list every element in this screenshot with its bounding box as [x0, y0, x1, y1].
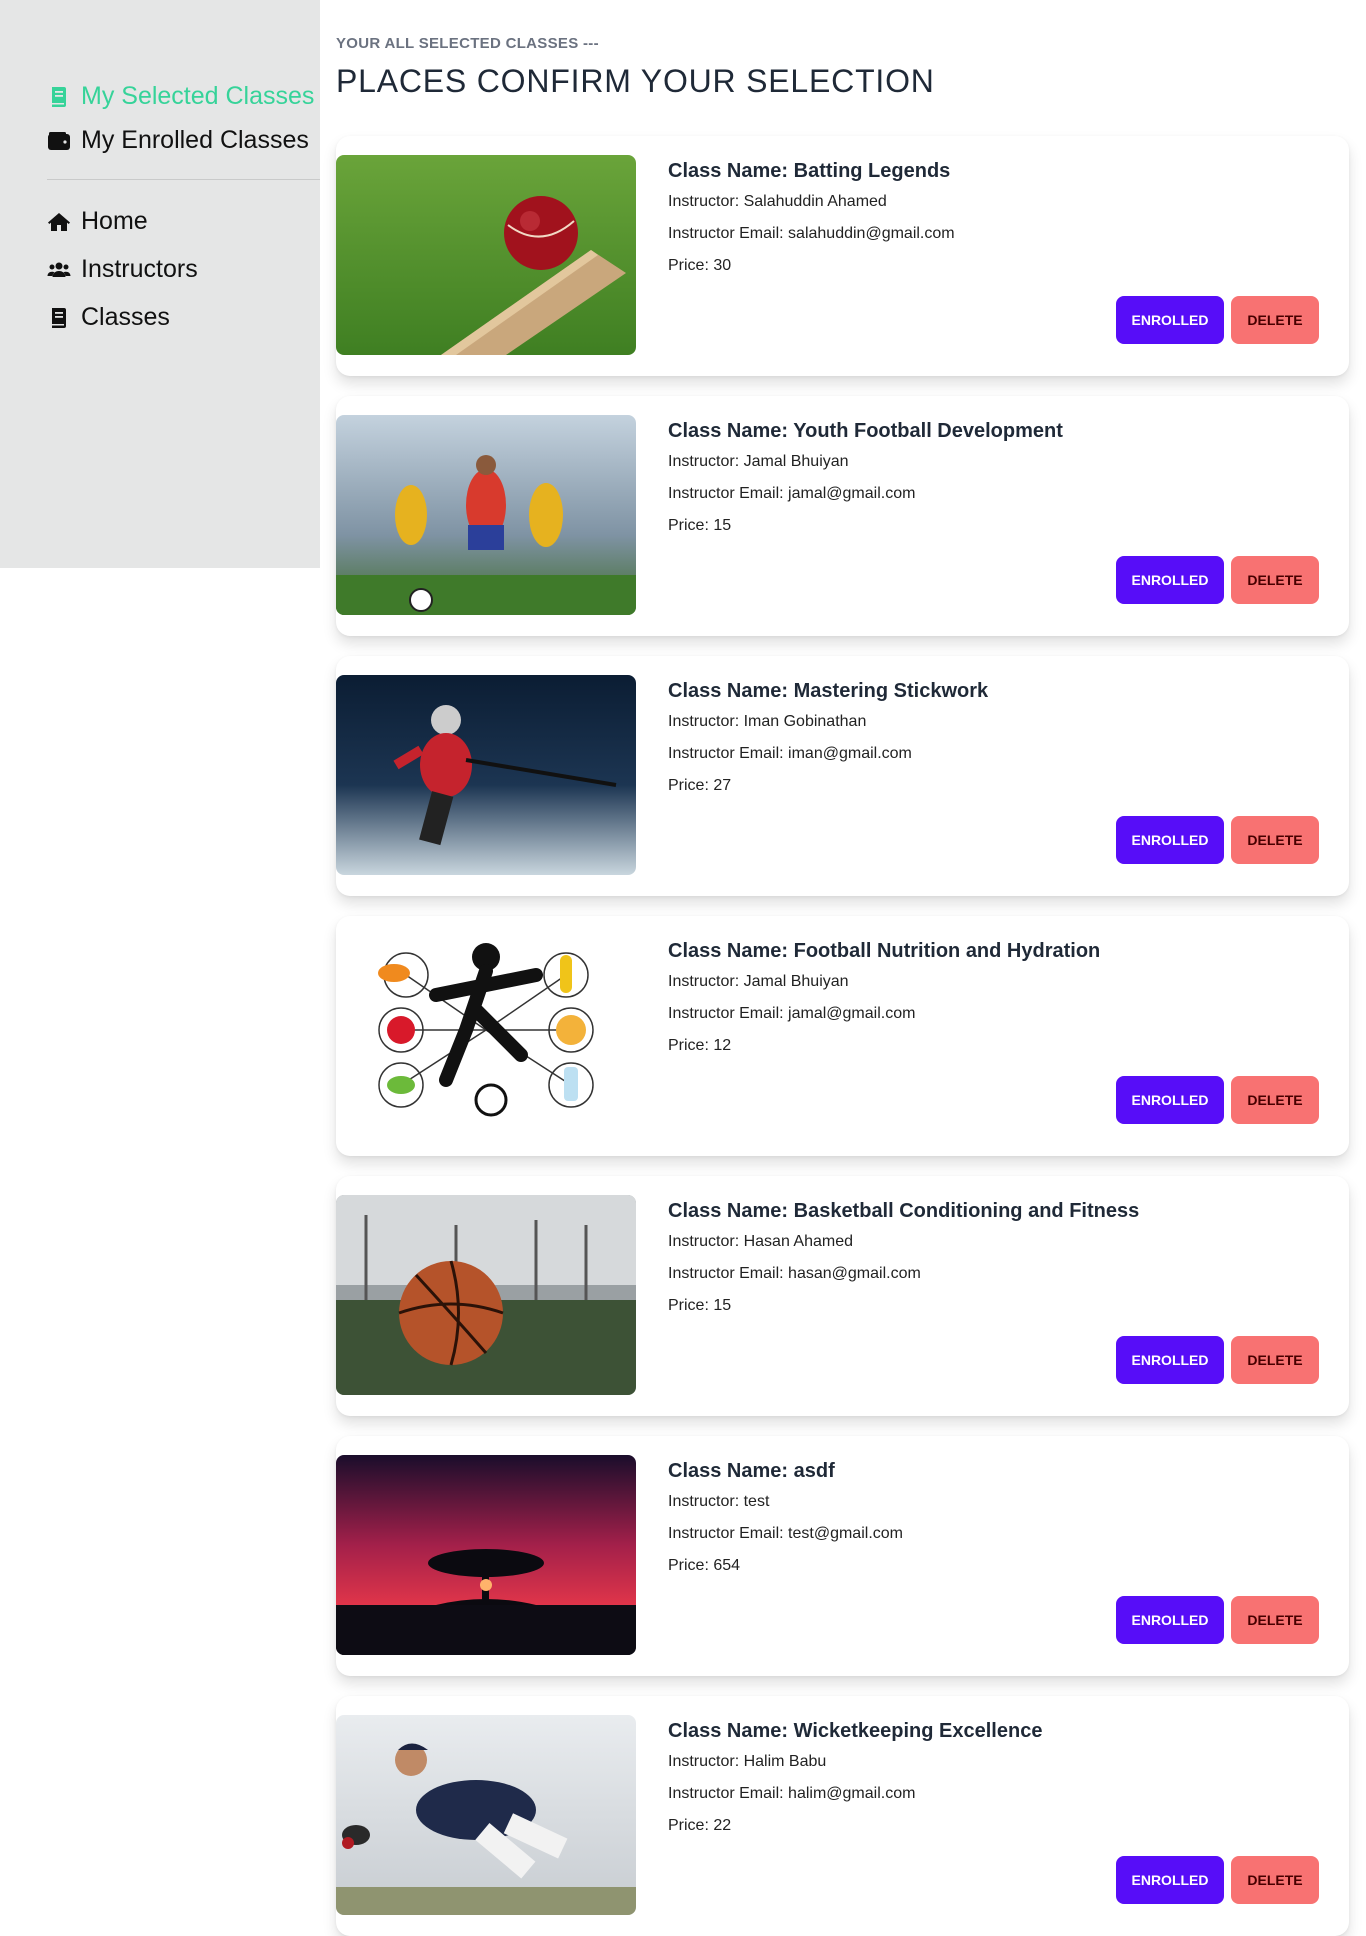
section-subtitle: YOUR ALL SELECTED CLASSES ---: [336, 35, 599, 52]
wallet-icon: [48, 131, 70, 150]
delete-button[interactable]: DELETE: [1231, 556, 1319, 604]
class-image: [336, 1195, 636, 1395]
instructor-email: Instructor Email: test@gmail.com: [668, 1525, 903, 1542]
enroll-button[interactable]: ENROLLED: [1116, 1596, 1224, 1644]
sidebar-item-label: My Enrolled Classes: [81, 126, 309, 154]
class-image: [336, 415, 636, 615]
sidebar-item-classes[interactable]: Classes: [47, 303, 170, 332]
class-price: Price: 12: [668, 1037, 732, 1054]
football-players-photo: [336, 415, 636, 615]
sidebar-item-my-enrolled-classes[interactable]: My Enrolled Classes: [47, 126, 309, 155]
class-name: Class Name: Mastering Stickwork: [668, 680, 989, 702]
instructor-name: Instructor: Salahuddin Ahamed: [668, 193, 887, 210]
delete-button[interactable]: DELETE: [1231, 1336, 1319, 1384]
class-card: Class Name: Football Nutrition and Hydra…: [336, 916, 1349, 1156]
class-card: Class Name: asdf Instructor: test Instru…: [336, 1436, 1349, 1676]
class-image: [336, 155, 636, 355]
home-icon: [48, 212, 70, 231]
class-price: Price: 15: [668, 517, 732, 534]
class-card: Class Name: Wicketkeeping Excellence Ins…: [336, 1696, 1349, 1936]
delete-button[interactable]: DELETE: [1231, 816, 1319, 864]
delete-button[interactable]: DELETE: [1231, 1076, 1319, 1124]
class-name: Class Name: asdf: [668, 1460, 835, 1482]
class-image: [336, 1715, 636, 1915]
wicketkeeper-photo: [336, 1715, 636, 1915]
class-name: Class Name: Basketball Conditioning and …: [668, 1200, 1140, 1222]
class-price: Price: 27: [668, 777, 732, 794]
class-image: [336, 1455, 636, 1655]
sidebar-item-label: Instructors: [81, 255, 198, 283]
class-name: Class Name: Football Nutrition and Hydra…: [668, 940, 1101, 962]
class-image: [336, 935, 636, 1135]
instructor-name: Instructor: test: [668, 1493, 770, 1510]
class-price: Price: 654: [668, 1557, 741, 1574]
instructor-email: Instructor Email: iman@gmail.com: [668, 745, 912, 762]
class-card: Class Name: Basketball Conditioning and …: [336, 1176, 1349, 1416]
basketball-in-gym-photo: [336, 1195, 636, 1395]
class-image: [336, 675, 636, 875]
sidebar-item-my-selected-classes[interactable]: My Selected Classes: [47, 82, 314, 111]
class-name: Class Name: Youth Football Development: [668, 420, 1063, 442]
enroll-button[interactable]: ENROLLED: [1116, 296, 1224, 344]
sidebar-item-home[interactable]: Home: [47, 207, 148, 236]
instructor-name: Instructor: Jamal Bhuiyan: [668, 973, 849, 990]
sidebar-item-label: My Selected Classes: [81, 82, 315, 110]
cricket-ball-on-bat-photo: [336, 155, 636, 355]
page-title: PLACES CONFIRM YOUR SELECTION: [336, 63, 935, 99]
nutrition-diagram-illustration: [336, 935, 636, 1135]
class-card: Class Name: Youth Football Development I…: [336, 396, 1349, 636]
instructor-email: Instructor Email: hasan@gmail.com: [668, 1265, 921, 1282]
enroll-button[interactable]: ENROLLED: [1116, 556, 1224, 604]
instructor-name: Instructor: Halim Babu: [668, 1753, 827, 1770]
class-card: Class Name: Mastering Stickwork Instruct…: [336, 656, 1349, 896]
instructor-email: Instructor Email: jamal@gmail.com: [668, 1005, 916, 1022]
instructor-name: Instructor: Hasan Ahamed: [668, 1233, 853, 1250]
delete-button[interactable]: DELETE: [1231, 1596, 1319, 1644]
instructor-email: Instructor Email: halim@gmail.com: [668, 1785, 916, 1802]
book-icon: [52, 86, 66, 107]
enroll-button[interactable]: ENROLLED: [1116, 1336, 1224, 1384]
users-icon: [47, 262, 71, 277]
hockey-player-photo: [336, 675, 636, 875]
sidebar: My Selected Classes My Enrolled Classes …: [0, 0, 320, 568]
delete-button[interactable]: DELETE: [1231, 1856, 1319, 1904]
delete-button[interactable]: DELETE: [1231, 296, 1319, 344]
sidebar-item-label: Classes: [81, 303, 170, 331]
instructor-name: Instructor: Jamal Bhuiyan: [668, 453, 849, 470]
instructor-email: Instructor Email: salahuddin@gmail.com: [668, 225, 955, 242]
instructor-name: Instructor: Iman Gobinathan: [668, 713, 867, 730]
sidebar-item-instructors[interactable]: Instructors: [47, 255, 198, 284]
class-price: Price: 22: [668, 1817, 732, 1834]
class-card: Class Name: Batting Legends Instructor: …: [336, 136, 1349, 376]
sidebar-item-label: Home: [81, 207, 148, 235]
sidebar-divider: [47, 179, 320, 180]
book-icon: [52, 307, 66, 328]
instructor-email: Instructor Email: jamal@gmail.com: [668, 485, 916, 502]
sunset-tree-photo: [336, 1455, 636, 1655]
class-price: Price: 30: [668, 257, 732, 274]
enroll-button[interactable]: ENROLLED: [1116, 816, 1224, 864]
enroll-button[interactable]: ENROLLED: [1116, 1856, 1224, 1904]
enroll-button[interactable]: ENROLLED: [1116, 1076, 1224, 1124]
class-price: Price: 15: [668, 1297, 732, 1314]
class-name: Class Name: Wicketkeeping Excellence: [668, 1720, 1043, 1742]
class-name: Class Name: Batting Legends: [668, 160, 951, 182]
